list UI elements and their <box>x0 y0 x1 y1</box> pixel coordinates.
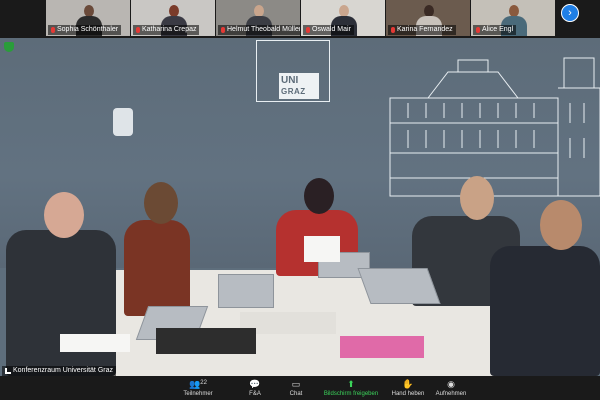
zoom-meeting-window: Sophia Schönthaler Katharina Crepaz Helm… <box>0 0 600 400</box>
mic-muted-icon <box>221 27 225 33</box>
chevron-right-icon: › <box>568 7 572 19</box>
chat-button[interactable]: ▭ Chat <box>284 378 308 400</box>
participant-name-label: Alice Engl <box>473 25 517 35</box>
laptop <box>357 268 441 304</box>
chat-bubble-icon: ▭ <box>291 379 301 389</box>
mic-muted-icon <box>136 27 140 33</box>
mic-muted-icon <box>51 27 55 33</box>
mic-muted-icon <box>391 27 395 33</box>
share-screen-label: Bildschirm freigeben <box>323 391 379 397</box>
participant-tile-3[interactable]: Oswald Mair <box>301 0 385 36</box>
pink-folder <box>340 336 424 358</box>
participant-name-label: Karina Fernandez <box>388 25 456 35</box>
mic-muted-icon <box>306 27 310 33</box>
encryption-shield-icon[interactable] <box>4 42 14 52</box>
building-line-drawing <box>389 57 600 197</box>
participants-button[interactable]: 👥22 Teilnehmer <box>178 378 218 400</box>
university-logo: UNI GRAZ <box>256 40 330 102</box>
chat-label: Chat <box>289 391 303 397</box>
gallery-next-button[interactable]: › <box>561 4 579 22</box>
participant-name-label: Helmut Theobald Müller <box>218 25 300 35</box>
participant-name-label: Katharina Crepaz <box>133 25 200 35</box>
participant-name-label: Oswald Mair <box>303 25 354 35</box>
mic-muted-icon <box>476 27 480 33</box>
share-screen-icon: ⬆ <box>347 379 355 389</box>
gallery-strip: Sophia Schönthaler Katharina Crepaz Helm… <box>0 0 600 38</box>
paper-sheet <box>304 236 340 262</box>
record-icon: ◉ <box>447 379 455 389</box>
qa-label: F&A <box>249 391 261 397</box>
participants-count: 22 <box>200 380 207 386</box>
raise-hand-button[interactable]: ✋ Hand heben <box>388 378 428 400</box>
participants-icon: 👥 <box>189 379 201 389</box>
meeting-toolbar: 👥22 Teilnehmer 💬 F&A ▭ Chat ⬆ Bildschirm… <box>0 376 600 400</box>
laptop <box>218 274 274 308</box>
raise-hand-label: Hand heben <box>391 391 425 397</box>
record-button[interactable]: ◉ Aufnehmen <box>432 378 470 400</box>
signal-icon <box>5 368 11 374</box>
participant-tile-1[interactable]: Katharina Crepaz <box>131 0 215 36</box>
qa-button[interactable]: 💬 F&A <box>242 378 268 400</box>
room-name-label: Konferenzraum Universität Graz <box>2 366 116 376</box>
record-label: Aufnehmen <box>435 391 467 397</box>
share-screen-button[interactable]: ⬆ Bildschirm freigeben <box>318 378 384 400</box>
hand-icon: ✋ <box>402 379 414 389</box>
participant-tile-0[interactable]: Sophia Schönthaler <box>46 0 130 36</box>
black-folder <box>156 328 256 354</box>
qa-icon: 💬 <box>249 379 261 389</box>
logo-line-1: UNI <box>281 75 299 86</box>
participants-label: Teilnehmer <box>183 391 213 397</box>
paper-sheet <box>60 334 130 352</box>
participant-tile-5[interactable]: Alice Engl <box>471 0 555 36</box>
participant-tile-4[interactable]: Karina Fernandez <box>386 0 470 36</box>
participant-tile-2[interactable]: Helmut Theobald Müller <box>216 0 300 36</box>
wall-lamp <box>113 108 133 136</box>
participant-name-label: Sophia Schönthaler <box>48 25 122 35</box>
logo-line-2: GRAZ <box>281 87 306 96</box>
main-video: UNI GRAZ Konferenzraum Universität Graz <box>0 38 600 376</box>
